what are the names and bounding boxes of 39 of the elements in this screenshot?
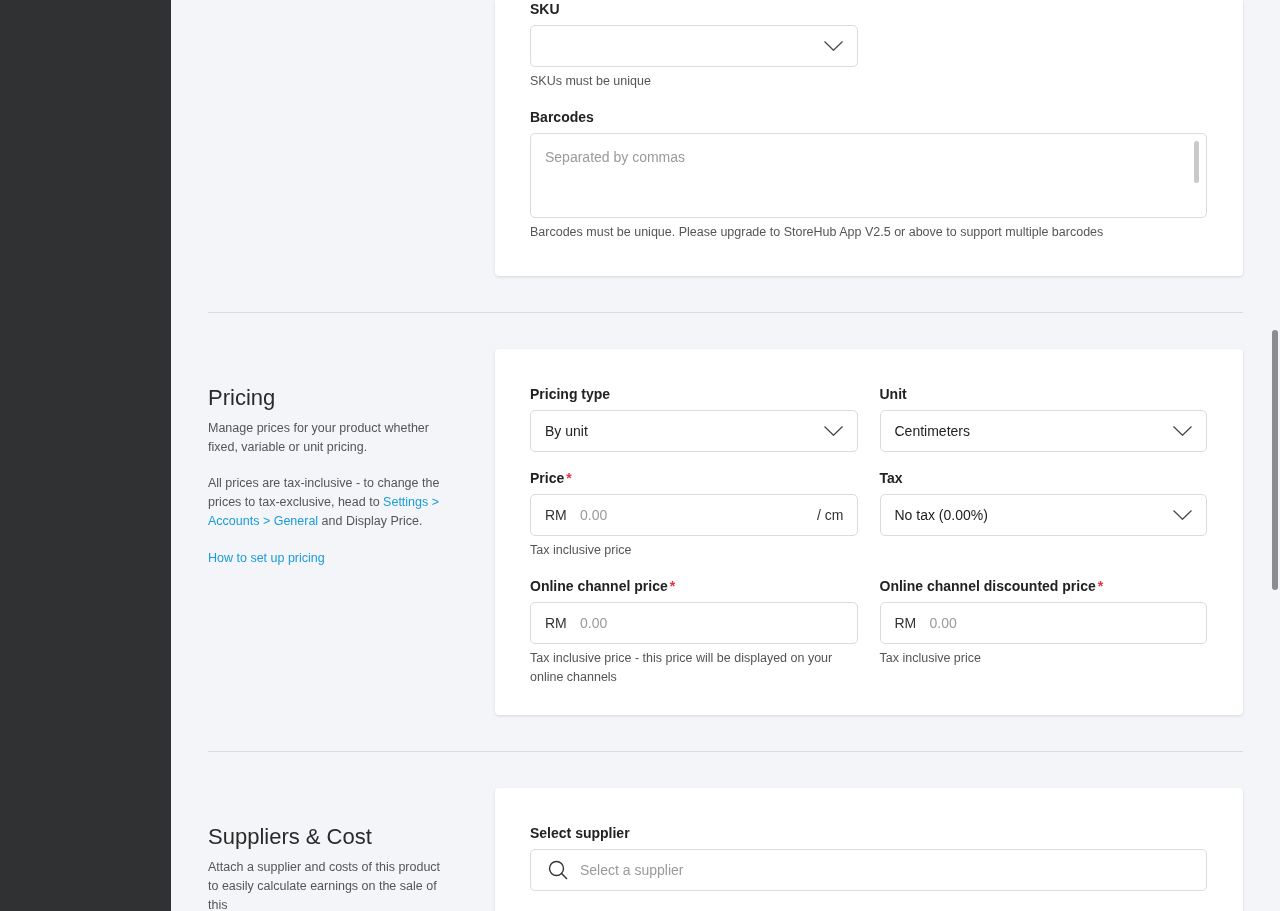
section-description: Attach a supplier and costs of this product to easily calculate earnings on the sale of this: [208, 859, 442, 911]
required-asterisk: *: [1097, 577, 1104, 595]
helper-text: Barcodes must be unique. Please upgrade to StoreHub App V2.5 or above to support multiple barcodes: [530, 224, 1105, 241]
field-label: Pricing type: [530, 385, 611, 403]
section-description: Manage prices for your product whether fixed, variable or unit pricing.: [208, 420, 430, 456]
section-title: Pricing: [208, 385, 277, 411]
section-title: Suppliers & Cost: [208, 824, 373, 850]
select-field[interactable]: No tax (0.00%): [879, 494, 1207, 536]
select-field[interactable]: By unit: [530, 410, 858, 452]
helper-text: Tax inclusive price: [530, 542, 633, 559]
search-field[interactable]: Select a supplier: [530, 849, 1207, 891]
field-label: Price: [530, 469, 565, 487]
field-label: Online channel price: [530, 577, 668, 595]
field-label: Select supplier: [530, 824, 630, 842]
unit-suffix: / cm: [817, 507, 844, 523]
chevron-down-icon: [823, 426, 843, 436]
search-icon: [548, 860, 568, 880]
scrollbar-thumb[interactable]: [1272, 330, 1278, 590]
select-field[interactable]: Centimeters: [879, 410, 1207, 452]
field-label: Online channel discounted price: [879, 577, 1096, 595]
field-label: Unit: [879, 385, 907, 403]
select-field[interactable]: [530, 25, 858, 67]
field-label: Barcodes: [530, 108, 594, 126]
chevron-down-icon: [1173, 510, 1192, 520]
required-asterisk: *: [566, 469, 572, 487]
chevron-down-icon: [1173, 426, 1192, 436]
currency-prefix: RM: [545, 507, 567, 523]
field-label: Tax: [879, 469, 903, 487]
field-label: SKU: [530, 0, 560, 18]
helper-text: SKUs must be unique: [530, 73, 652, 90]
scrollbar-thumb[interactable]: [1194, 141, 1199, 183]
currency-prefix: RM: [894, 615, 917, 631]
helper-text: Tax inclusive price: [879, 650, 982, 667]
helper-text: Tax inclusive price - this price will be displayed on your online channels: [530, 650, 834, 686]
barcodes-field[interactable]: Separated by commas: [530, 133, 1207, 218]
required-asterisk: *: [669, 577, 676, 595]
chevron-down-icon: [823, 41, 843, 51]
currency-prefix: RM: [545, 615, 567, 631]
section-description: All prices are tax-inclusive - to change the prices to tax-exclusive, head to Settings > Accounts > General and Display Price.: [208, 475, 441, 530]
